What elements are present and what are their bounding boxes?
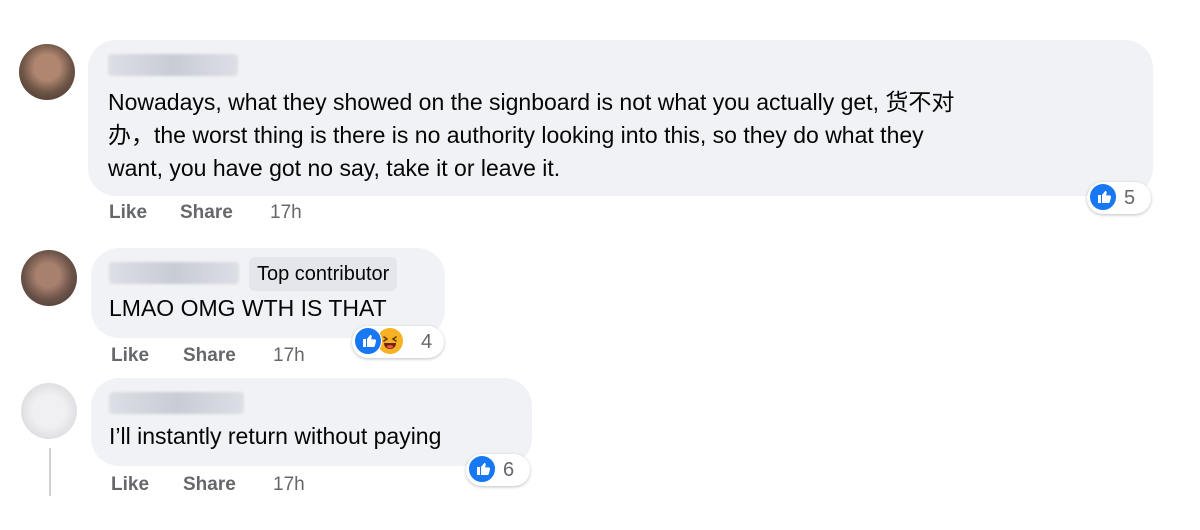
share-button[interactable]: Share xyxy=(183,345,236,367)
comment-bubble: Top contributor LMAO OMG WTH IS THAT xyxy=(91,248,445,338)
avatar[interactable] xyxy=(21,383,77,439)
like-button[interactable]: Like xyxy=(111,345,149,367)
timestamp[interactable]: 17h xyxy=(273,474,305,496)
commenter-name-blurred[interactable] xyxy=(109,392,244,414)
like-button[interactable]: Like xyxy=(111,474,149,496)
comment-text: Nowadays, what they showed on the signbo… xyxy=(108,89,955,181)
share-button[interactable]: Share xyxy=(183,474,236,496)
comment-bubble: Nowadays, what they showed on the signbo… xyxy=(88,40,1153,196)
thread-line xyxy=(49,448,51,496)
like-icon xyxy=(468,455,496,483)
commenter-name-blurred[interactable] xyxy=(108,54,238,76)
top-contributor-badge[interactable]: Top contributor xyxy=(249,257,398,291)
avatar[interactable] xyxy=(19,44,75,100)
timestamp[interactable]: 17h xyxy=(270,202,302,224)
reaction-count: 6 xyxy=(503,459,515,481)
share-button[interactable]: Share xyxy=(180,202,233,224)
like-icon xyxy=(354,327,382,355)
comment-text: I’ll instantly return without paying xyxy=(109,423,442,449)
commenter-name-blurred[interactable] xyxy=(109,262,239,284)
reaction-count: 4 xyxy=(421,331,433,353)
avatar[interactable] xyxy=(21,250,77,306)
comment-bubble: I’ll instantly return without paying xyxy=(91,378,532,466)
like-button[interactable]: Like xyxy=(109,202,147,224)
reaction-summary[interactable]: 5 xyxy=(1087,182,1151,214)
reaction-summary[interactable]: 6 xyxy=(466,454,530,486)
comment-text: LMAO OMG WTH IS THAT xyxy=(109,295,387,321)
like-icon xyxy=(1089,183,1117,211)
reaction-count: 5 xyxy=(1124,187,1136,209)
reaction-summary[interactable]: 4 xyxy=(352,326,444,358)
timestamp[interactable]: 17h xyxy=(273,345,305,367)
